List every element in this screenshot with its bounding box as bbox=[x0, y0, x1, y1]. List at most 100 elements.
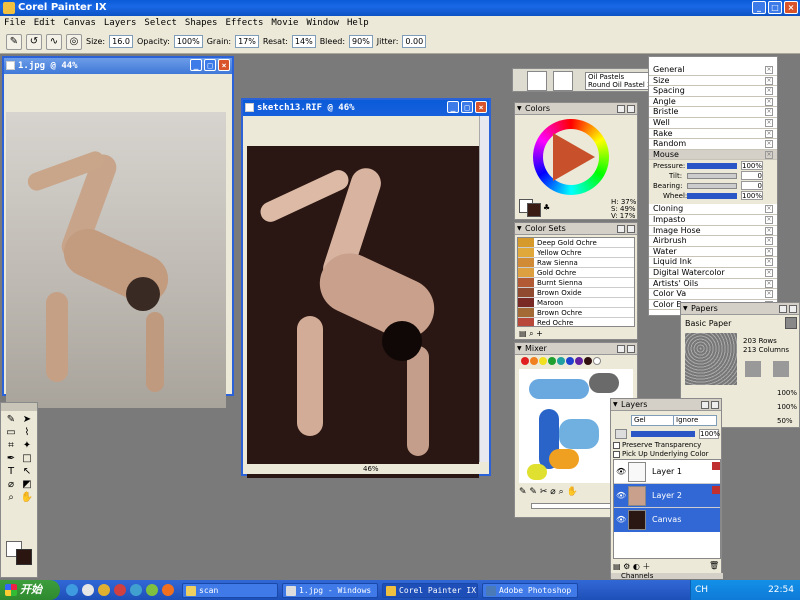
brush-control-rake[interactable]: Rake × bbox=[649, 128, 777, 140]
layer-row[interactable]: 👁 Layer 1 bbox=[614, 460, 720, 484]
brush-control-airbrush[interactable]: Airbrush × bbox=[649, 236, 777, 247]
color-set-library-icon[interactable]: ▤ bbox=[519, 329, 527, 338]
brush-control-liquid-ink[interactable]: Liquid Ink × bbox=[649, 257, 777, 268]
eye-icon[interactable]: 👁 bbox=[616, 467, 626, 476]
layer-lock-icon[interactable] bbox=[615, 429, 627, 439]
color-set-item[interactable]: Raw Sienna bbox=[518, 258, 634, 268]
mixer-pan-icon[interactable]: ✋ bbox=[566, 487, 577, 497]
quicklaunch-icon-3[interactable] bbox=[162, 584, 174, 596]
brush-control-well[interactable]: Well × bbox=[649, 117, 777, 129]
wheel-slider[interactable] bbox=[687, 193, 737, 200]
layer-adjuster-icon[interactable]: ➤ bbox=[20, 414, 34, 425]
start-button[interactable]: 开始 bbox=[0, 580, 60, 600]
paint-bucket-icon[interactable]: ◩ bbox=[20, 479, 34, 490]
pick-up-underlying-color-checkbox[interactable]: Pick Up Underlying Color bbox=[613, 450, 709, 458]
saturation-value-triangle[interactable] bbox=[553, 133, 595, 181]
channels-header[interactable]: Channels bbox=[611, 573, 723, 580]
main-color-swatch[interactable] bbox=[16, 549, 32, 565]
mixer-apply-color-icon[interactable]: ✎ bbox=[529, 487, 537, 497]
magnifier-icon[interactable]: ⌕ bbox=[4, 492, 18, 503]
show-desktop-icon[interactable] bbox=[82, 584, 94, 596]
brush-control-bristle[interactable]: Bristle × bbox=[649, 107, 777, 118]
pen-icon[interactable]: ✒ bbox=[4, 453, 18, 464]
mixer-brush-size-slider[interactable] bbox=[531, 503, 621, 509]
brush-control-impasto[interactable]: Impasto × bbox=[649, 214, 777, 226]
taskbar-item-photoshop[interactable]: Adobe Photoshop bbox=[482, 583, 578, 598]
bearing-value[interactable]: 0 bbox=[741, 181, 763, 191]
painting-vertical-scrollbar[interactable] bbox=[479, 116, 489, 462]
composite-method-select[interactable]: Gel bbox=[631, 415, 675, 426]
taskbar-item-image-viewer[interactable]: 1.jpg - Windows ... bbox=[282, 583, 378, 600]
tilt-slider[interactable] bbox=[687, 173, 737, 180]
composite-depth-select[interactable]: Ignore bbox=[673, 415, 717, 426]
doc2-close-button[interactable]: × bbox=[475, 101, 487, 113]
layer-mask-icon[interactable]: ◐ bbox=[633, 562, 640, 571]
main-color-chip[interactable] bbox=[527, 203, 541, 217]
brush-tool-icon[interactable]: ✎ bbox=[4, 414, 18, 425]
maximize-button[interactable]: □ bbox=[768, 1, 782, 14]
menu-movie[interactable]: Movie bbox=[271, 16, 298, 30]
method-icon[interactable]: ◎ bbox=[66, 33, 82, 50]
menu-help[interactable]: Help bbox=[347, 16, 369, 30]
mixer-dirty-brush-icon[interactable]: ✎ bbox=[519, 487, 527, 497]
paper-invert-icon[interactable] bbox=[745, 361, 761, 377]
brush-control-angle[interactable]: Angle × bbox=[649, 96, 777, 108]
new-layer-icon[interactable]: ＋ bbox=[642, 562, 650, 571]
color-set-list[interactable]: Deep Gold Ochre Yellow Ochre Raw Sienna Gol… bbox=[517, 237, 635, 327]
doc1-maximize-button[interactable]: □ bbox=[204, 59, 216, 71]
brush-control-artists-oils[interactable]: Artists' Oils × bbox=[649, 278, 777, 290]
messenger-icon[interactable] bbox=[98, 584, 110, 596]
brush-tool-icon[interactable]: ✎ bbox=[6, 33, 22, 50]
dropper-icon[interactable]: ⌀ bbox=[4, 479, 18, 490]
tilt-value[interactable]: 0 bbox=[741, 171, 763, 181]
doc1-close-button[interactable]: × bbox=[218, 59, 230, 71]
reset-tool-icon[interactable]: ↺ bbox=[26, 33, 42, 50]
ie-icon[interactable] bbox=[66, 584, 78, 596]
color-set-item[interactable]: Brown Oxide bbox=[518, 288, 634, 298]
opacity-field[interactable]: 100% bbox=[173, 35, 203, 48]
input-language[interactable]: CH bbox=[695, 580, 708, 600]
brush-control-general[interactable]: General × bbox=[649, 65, 777, 76]
menu-file[interactable]: File bbox=[4, 16, 26, 30]
brush-control-image-hose[interactable]: Image Hose × bbox=[649, 225, 777, 237]
stroke-type-icon[interactable]: ∿ bbox=[46, 33, 62, 50]
eye-icon[interactable]: 👁 bbox=[616, 515, 626, 524]
rect-select-icon[interactable]: ▭ bbox=[4, 427, 18, 438]
layer-opacity-value[interactable]: 100% bbox=[699, 429, 720, 439]
color-set-item[interactable]: Burnt Sienna bbox=[518, 278, 634, 288]
doc1-minimize-button[interactable]: _ bbox=[190, 59, 202, 71]
doc2-minimize-button[interactable]: _ bbox=[447, 101, 459, 113]
painting-title-bar[interactable]: sketch13.RIF @ 46% _ □ × bbox=[243, 100, 489, 116]
paper-contrast-value[interactable]: 100% bbox=[777, 403, 797, 411]
taskbar-item-scan[interactable]: scan bbox=[182, 583, 278, 598]
menu-select[interactable]: Select bbox=[144, 16, 177, 30]
color-set-item[interactable]: Red Ochre bbox=[518, 318, 634, 326]
color-set-add-icon[interactable]: + bbox=[536, 329, 543, 338]
shape-select-icon[interactable]: ↖ bbox=[20, 466, 34, 477]
color-set-item[interactable]: Gold Ochre bbox=[518, 268, 634, 278]
color-set-item[interactable]: Brown Ochre bbox=[518, 308, 634, 318]
menu-effects[interactable]: Effects bbox=[225, 16, 263, 30]
brush-variant-icon[interactable] bbox=[553, 71, 573, 91]
text-tool-icon[interactable]: T bbox=[4, 466, 18, 477]
mixer-header[interactable]: Mixer bbox=[515, 343, 637, 355]
delete-layer-icon[interactable]: 🗑 bbox=[709, 561, 719, 570]
clone-color-icon[interactable]: ♣ bbox=[543, 203, 550, 212]
painting-canvas[interactable] bbox=[247, 146, 479, 478]
paper-brightness-value[interactable]: 50% bbox=[777, 417, 793, 425]
brush-control-color-variability[interactable]: Color Va × bbox=[649, 289, 777, 300]
papers-header[interactable]: Papers bbox=[681, 303, 799, 315]
crop-icon[interactable]: ⌗ bbox=[4, 440, 18, 451]
bearing-slider[interactable] bbox=[687, 183, 737, 190]
grain-field[interactable]: 17% bbox=[235, 35, 259, 48]
brush-control-water[interactable]: Water × bbox=[649, 246, 777, 258]
brush-control-mouse-header[interactable]: Mouse × bbox=[649, 149, 777, 161]
layer-row-selected[interactable]: 👁 Layer 2 bbox=[614, 484, 720, 508]
taskbar-item-painter[interactable]: Corel Painter IX bbox=[382, 583, 478, 598]
layer-dynamic-plugins-icon[interactable]: ⚙ bbox=[623, 562, 630, 571]
menu-shapes[interactable]: Shapes bbox=[185, 16, 218, 30]
minimize-button[interactable]: _ bbox=[752, 1, 766, 14]
canvas-row[interactable]: 👁 Canvas bbox=[614, 508, 720, 532]
brush-control-size[interactable]: Size × bbox=[649, 75, 777, 87]
mixer-color-swatches[interactable] bbox=[515, 355, 637, 367]
